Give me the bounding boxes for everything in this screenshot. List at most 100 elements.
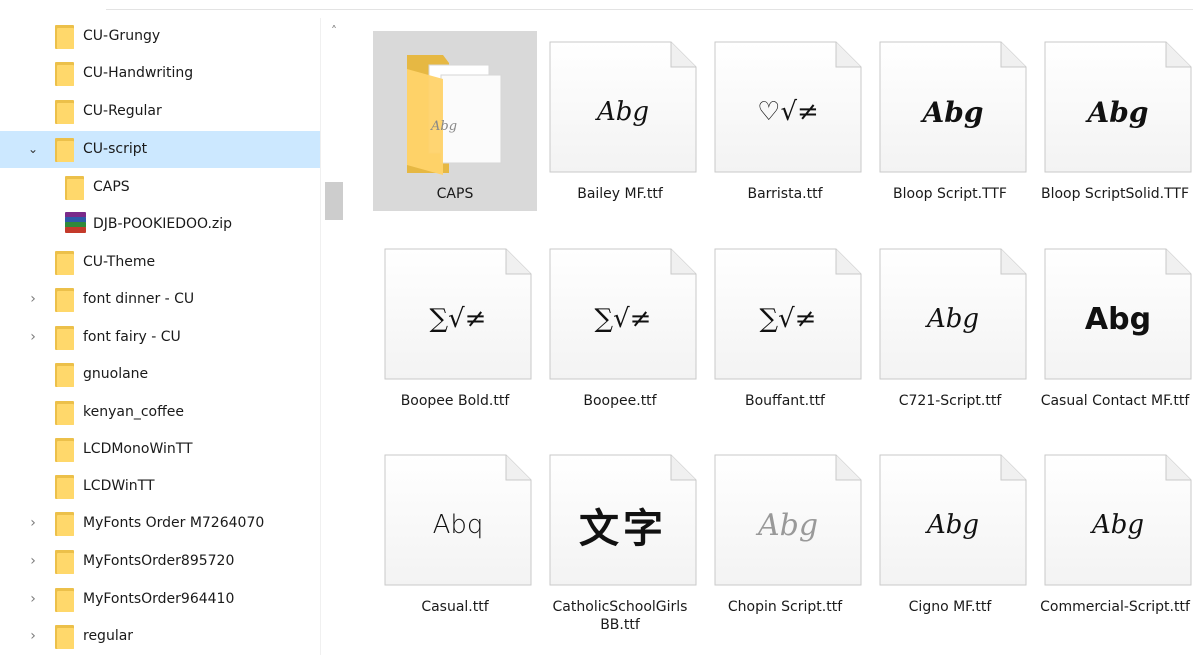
- nav-item[interactable]: › MyFontsOrder895720: [0, 543, 320, 580]
- font-preview-glyph: ∑√≠: [759, 304, 817, 334]
- font-file-icon: ♡√≠: [714, 41, 862, 173]
- nav-item-label: LCDWinTT: [83, 478, 155, 494]
- scroll-thumb[interactable]: [325, 182, 343, 220]
- folder-open-icon: [403, 49, 513, 177]
- nav-item[interactable]: › MyFonts Order M7264070: [0, 505, 320, 542]
- nav-item-label: kenyan_coffee: [83, 404, 184, 420]
- file-name-label: CatholicSchoolGirls BB.ttf: [552, 599, 688, 633]
- chevron-down-icon[interactable]: ⌄: [26, 140, 40, 158]
- font-preview-glyph: Abg: [596, 97, 650, 127]
- nav-item[interactable]: › font fairy - CU: [0, 319, 320, 356]
- nav-item-label: LCDMonoWinTT: [83, 441, 193, 457]
- nav-item[interactable]: CU-Theme: [0, 244, 320, 281]
- nav-item-label: CU-script: [83, 141, 148, 157]
- nav-item-label: CAPS: [93, 179, 130, 195]
- nav-item-label: MyFontsOrder895720: [83, 553, 235, 569]
- nav-item-label: CU-Theme: [83, 254, 156, 270]
- font-file-tile[interactable]: Abg Cigno MF.ttf: [868, 444, 1032, 624]
- font-preview-glyph: Abg: [1087, 95, 1149, 129]
- font-file-tile[interactable]: Abg Chopin Script.ttf: [703, 444, 867, 624]
- nav-item[interactable]: CAPS: [0, 169, 320, 206]
- chevron-right-icon[interactable]: ›: [26, 514, 40, 532]
- folder-icon: [55, 62, 74, 86]
- folder-icon: [55, 512, 74, 536]
- nav-item[interactable]: › MyFontsOrder964410: [0, 581, 320, 618]
- font-file-icon: Abg: [879, 41, 1027, 173]
- chevron-right-icon[interactable]: ›: [26, 590, 40, 608]
- nav-item[interactable]: › font dinner - CU: [0, 281, 320, 318]
- navigation-scrollbar[interactable]: ˄: [320, 18, 346, 655]
- font-file-tile[interactable]: Abg Casual Contact MF.ttf: [1033, 238, 1193, 418]
- nav-item[interactable]: ⌄ CU-script: [0, 131, 320, 168]
- nav-item-label: CU-Grungy: [83, 28, 161, 44]
- folder-icon: [55, 326, 74, 350]
- font-file-tile[interactable]: Abg C721-Script.ttf: [868, 238, 1032, 418]
- font-preview-glyph: Abq: [432, 510, 484, 540]
- folder-icon: [55, 625, 74, 649]
- file-name-label: Cigno MF.ttf: [908, 599, 992, 615]
- file-name-label: Casual.ttf: [421, 599, 489, 615]
- nav-item-label: CU-Handwriting: [83, 65, 194, 81]
- font-preview-glyph: Abg: [1084, 301, 1152, 337]
- font-file-tile[interactable]: Abg Bloop Script.TTF: [868, 31, 1032, 211]
- font-preview-glyph: Abg: [1091, 510, 1145, 540]
- nav-item[interactable]: › regular: [0, 618, 320, 655]
- chevron-right-icon[interactable]: ›: [26, 328, 40, 346]
- font-preview-glyph: Abg: [922, 95, 984, 129]
- font-file-tile[interactable]: Abg Commercial-Script.ttf: [1033, 444, 1193, 624]
- chevron-right-icon[interactable]: ›: [26, 552, 40, 570]
- folder-icon: [55, 100, 74, 124]
- nav-item[interactable]: kenyan_coffee: [0, 394, 320, 431]
- font-file-icon: Abg: [879, 248, 1027, 380]
- nav-item[interactable]: DJB-POOKIEDOO.zip: [0, 206, 320, 243]
- font-file-tile[interactable]: Abg Bailey MF.ttf: [538, 31, 702, 211]
- nav-item[interactable]: LCDMonoWinTT: [0, 431, 320, 468]
- font-file-icon: ∑√≠: [714, 248, 862, 380]
- font-file-tile[interactable]: ♡√≠ Barrista.ttf: [703, 31, 867, 211]
- folder-icon: [55, 401, 74, 425]
- folder-icon: [55, 550, 74, 574]
- font-preview-glyph: ∑√≠: [594, 304, 652, 334]
- font-file-icon: Abg: [879, 454, 1027, 586]
- file-name-label: Bouffant.ttf: [745, 393, 825, 409]
- folder-icon: [55, 475, 74, 499]
- font-file-tile[interactable]: ∑√≠ Boopee Bold.ttf: [373, 238, 537, 418]
- folder-icon: [55, 288, 74, 312]
- nav-item-label: font dinner - CU: [83, 291, 195, 307]
- nav-item[interactable]: gnuolane: [0, 356, 320, 393]
- font-preview-glyph: 文字: [579, 506, 667, 552]
- nav-item-label: gnuolane: [83, 366, 149, 382]
- file-name-label: Bloop ScriptSolid.TTF: [1040, 186, 1190, 202]
- chevron-right-icon[interactable]: ›: [26, 290, 40, 308]
- font-file-tile[interactable]: Abq Casual.ttf: [373, 444, 537, 624]
- nav-item[interactable]: LCDWinTT: [0, 468, 320, 505]
- nav-item[interactable]: CU-Grungy: [0, 18, 320, 55]
- folder-icon: [55, 363, 74, 387]
- font-preview-glyph: Abg: [757, 507, 819, 543]
- font-file-icon: Abg: [1044, 454, 1192, 586]
- font-file-icon: 文字: [549, 454, 697, 586]
- nav-item-label: MyFonts Order M7264070: [83, 515, 265, 531]
- file-name-label: Boopee.ttf: [583, 393, 657, 409]
- folder-tile[interactable]: Abg CAPS: [373, 31, 537, 211]
- file-name-label: Barrista.ttf: [747, 186, 823, 202]
- font-file-tile[interactable]: ∑√≠ Boopee.ttf: [538, 238, 702, 418]
- folder-preview-text: Abg: [431, 119, 458, 134]
- nav-item-label: regular: [83, 628, 134, 644]
- nav-item-label: font fairy - CU: [83, 329, 181, 345]
- scroll-up-arrow-icon[interactable]: ˄: [328, 24, 340, 38]
- nav-item[interactable]: CU-Handwriting: [0, 55, 320, 92]
- chevron-right-icon[interactable]: ›: [26, 627, 40, 645]
- font-preview-glyph: Abg: [926, 304, 980, 334]
- font-file-icon: Abg: [714, 454, 862, 586]
- archive-icon: [65, 212, 88, 236]
- folder-icon: [55, 438, 74, 462]
- font-file-icon: Abg: [1044, 248, 1192, 380]
- folder-icon: [65, 176, 84, 200]
- font-file-tile[interactable]: 文字 CatholicSchoolGirls BB.ttf: [538, 444, 702, 633]
- nav-item-label: CU-Regular: [83, 103, 162, 119]
- font-file-icon: Abg: [549, 41, 697, 173]
- font-file-tile[interactable]: Abg Bloop ScriptSolid.TTF: [1033, 31, 1193, 211]
- font-file-tile[interactable]: ∑√≠ Bouffant.ttf: [703, 238, 867, 418]
- nav-item[interactable]: CU-Regular: [0, 93, 320, 130]
